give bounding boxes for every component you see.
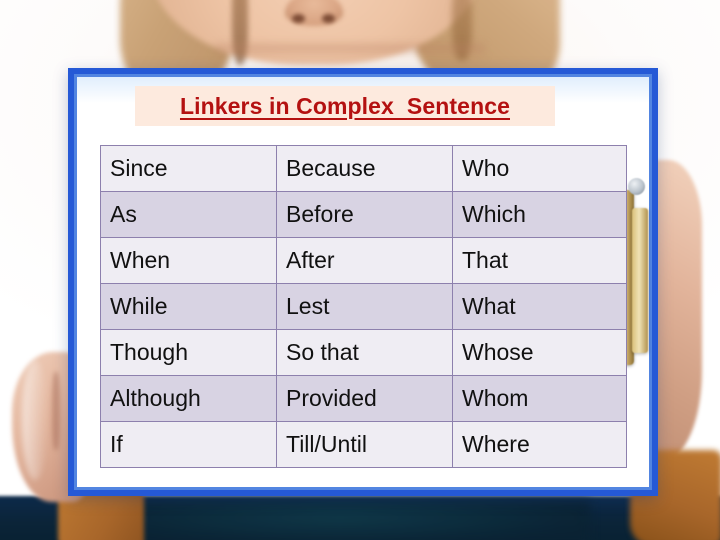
table-row: As Before Which	[100, 191, 627, 238]
cell-col3: Whose	[452, 329, 627, 376]
cell-col3: What	[452, 283, 627, 330]
table-row: While Lest What	[100, 283, 627, 330]
cell-col1: When	[100, 237, 277, 284]
cell-col3: That	[452, 237, 627, 284]
cell-col2: Till/Until	[276, 421, 453, 468]
nostril-right	[322, 14, 335, 23]
cell-col3: Who	[452, 145, 627, 192]
hand-left-finger-crease	[52, 372, 60, 450]
clipboard-clip-metal-secondary	[632, 208, 648, 353]
table-row: Although Provided Whom	[100, 375, 627, 422]
clipboard-clip-screw	[628, 178, 645, 195]
cell-col2: Before	[276, 191, 453, 238]
linkers-table-body: Since Because Who As Before Which When A…	[100, 145, 627, 468]
cell-col1: As	[100, 191, 277, 238]
cell-col2: So that	[276, 329, 453, 376]
slide-canvas: Linkers in Complex Sentence Since Becaus…	[0, 0, 720, 540]
page-title: Linkers in Complex Sentence	[179, 92, 510, 119]
title-banner: Linkers in Complex Sentence	[135, 86, 555, 126]
table-row: Though So that Whose	[100, 329, 627, 376]
cell-col1: If	[100, 421, 277, 468]
cell-col2: After	[276, 237, 453, 284]
cell-col2: Provided	[276, 375, 453, 422]
nostril-left	[292, 14, 305, 23]
hand-left-highlight	[22, 360, 48, 480]
cell-col1: Though	[100, 329, 277, 376]
cell-col1: Since	[100, 145, 277, 192]
lip-shadow	[215, 44, 485, 60]
cell-col3: Whom	[452, 375, 627, 422]
linkers-table: Since Because Who As Before Which When A…	[100, 145, 627, 468]
cell-col3: Where	[452, 421, 627, 468]
cell-col2: Lest	[276, 283, 453, 330]
cell-col1: While	[100, 283, 277, 330]
cell-col3: Which	[452, 191, 627, 238]
table-row: Since Because Who	[100, 145, 627, 192]
table-row: If Till/Until Where	[100, 421, 627, 468]
torso-highlight	[90, 500, 590, 540]
cell-col2: Because	[276, 145, 453, 192]
cell-col1: Although	[100, 375, 277, 422]
table-row: When After That	[100, 237, 627, 284]
